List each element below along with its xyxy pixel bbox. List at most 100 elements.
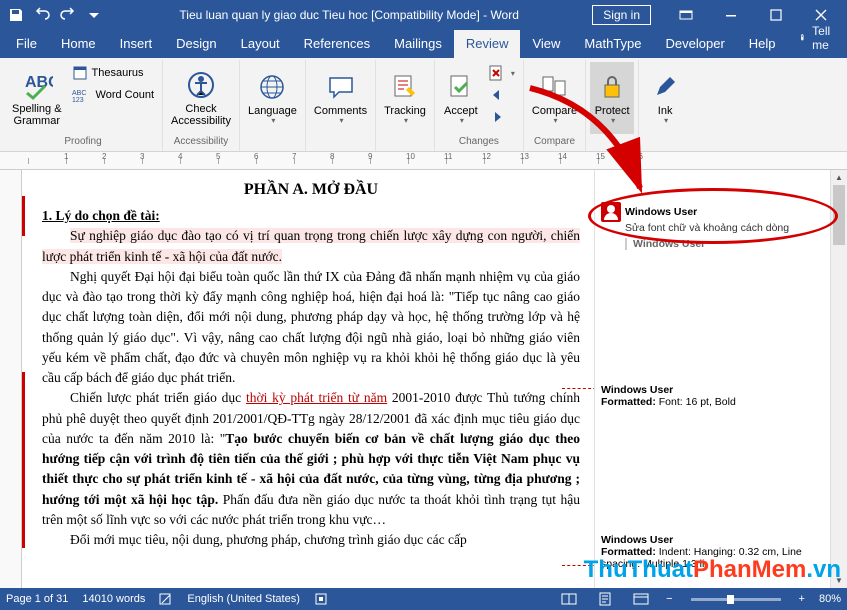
compare-label: Compare — [532, 105, 577, 117]
accessibility-icon — [185, 69, 217, 101]
status-language[interactable]: English (United States) — [187, 593, 300, 605]
group-tracking: Tracking▾ — [376, 60, 435, 151]
previous-change-button[interactable] — [485, 84, 519, 106]
comments-group-label — [310, 136, 371, 149]
tab-insert[interactable]: Insert — [108, 30, 165, 58]
zoom-out-button[interactable]: − — [666, 593, 672, 605]
comment-3-user: Windows User — [601, 534, 841, 546]
tab-review[interactable]: Review — [454, 30, 521, 58]
tab-view[interactable]: View — [520, 30, 572, 58]
accept-button[interactable]: Accept▾ — [439, 62, 483, 134]
status-proofing-icon[interactable] — [159, 592, 173, 606]
undo-icon[interactable] — [30, 3, 54, 27]
tab-file[interactable]: File — [4, 30, 49, 58]
page-heading: PHẦN A. MỞ ĐẦU — [42, 178, 580, 202]
doc-p3: Chiến lược phát triển giáo dục thời kỳ p… — [42, 388, 580, 530]
accept-label: Accept — [444, 105, 478, 117]
svg-text:123: 123 — [72, 97, 84, 103]
accept-icon — [445, 71, 477, 103]
svg-text:ABC: ABC — [72, 90, 86, 97]
comments-button[interactable]: Comments▾ — [310, 62, 371, 134]
tracking-group-label — [380, 136, 430, 149]
spelling-grammar-button[interactable]: ABC Spelling & Grammar — [8, 62, 66, 134]
tab-references[interactable]: References — [292, 30, 382, 58]
status-words[interactable]: 14010 words — [82, 593, 145, 605]
ribbon-display-icon[interactable] — [664, 0, 708, 30]
tab-layout[interactable]: Layout — [229, 30, 292, 58]
group-language: Language▾ — [240, 60, 306, 151]
section-1-title: 1. Lý do chọn đề tài: — [42, 208, 160, 223]
language-button[interactable]: Language▾ — [244, 62, 301, 134]
redo-icon[interactable] — [56, 3, 80, 27]
tab-mathtype[interactable]: MathType — [572, 30, 653, 58]
doc-p2: Nghị quyết Đại hội đại biểu toàn quốc lầ… — [42, 267, 580, 389]
compare-group-label: Compare — [528, 136, 581, 149]
spelling-label: Spelling & Grammar — [12, 103, 62, 127]
sign-in-button[interactable]: Sign in — [592, 5, 651, 25]
group-protect: Protect▾ — [586, 60, 639, 151]
changes-group-label: Changes — [439, 136, 519, 149]
ink-label: Ink — [658, 105, 673, 117]
tab-home[interactable]: Home — [49, 30, 108, 58]
thesaurus-label: Thesaurus — [92, 67, 144, 79]
watermark: ThuThuatPhanMem.vn — [584, 556, 841, 584]
ink-group-label — [643, 136, 687, 149]
compare-icon — [539, 71, 571, 103]
protect-group-label — [590, 136, 634, 149]
save-icon[interactable] — [4, 3, 28, 27]
comment-2-user: Windows User — [601, 384, 841, 396]
compare-button[interactable]: Compare▾ — [528, 62, 581, 134]
ink-icon — [649, 71, 681, 103]
group-ink: Ink▾ — [639, 60, 691, 151]
title-bar: Tieu luan quan ly giao duc Tieu hoc [Com… — [0, 0, 847, 30]
word-count-button[interactable]: ABC123Word Count — [68, 84, 159, 106]
ribbon-tabs: File Home Insert Design Layout Reference… — [0, 30, 847, 58]
horizontal-ruler[interactable]: 12345678910111213141516 — [0, 152, 847, 170]
status-bar: Page 1 of 31 14010 words English (United… — [0, 588, 847, 610]
minimize-icon[interactable] — [709, 0, 753, 30]
print-layout-icon[interactable] — [594, 592, 616, 606]
tab-developer[interactable]: Developer — [654, 30, 737, 58]
vertical-ruler[interactable] — [0, 170, 22, 592]
read-mode-icon[interactable] — [558, 592, 580, 606]
status-page[interactable]: Page 1 of 31 — [6, 593, 68, 605]
vertical-scrollbar[interactable]: ▲ ▼ — [830, 170, 847, 588]
tracking-icon — [389, 71, 421, 103]
tab-design[interactable]: Design — [164, 30, 228, 58]
accessibility-label: Check Accessibility — [171, 103, 231, 127]
zoom-level[interactable]: 80% — [819, 593, 841, 605]
check-accessibility-button[interactable]: Check Accessibility — [167, 62, 235, 134]
comment-2[interactable]: Windows User Formatted: Font: 16 pt, Bol… — [599, 380, 843, 414]
ink-button[interactable]: Ink▾ — [643, 62, 687, 134]
doc-p1-highlighted: Sự nghiệp giáo dục đào tạo có vị trí qua… — [42, 228, 580, 263]
next-change-button[interactable] — [485, 106, 519, 128]
protect-label: Protect — [595, 105, 630, 117]
group-proofing: ABC Spelling & Grammar Thesaurus ABC123W… — [4, 60, 163, 151]
tracking-label: Tracking — [384, 105, 426, 117]
web-layout-icon[interactable] — [630, 592, 652, 606]
zoom-in-button[interactable]: + — [799, 593, 805, 605]
zoom-thumb[interactable] — [727, 595, 734, 604]
svg-text:ABC: ABC — [25, 74, 53, 91]
group-accessibility: Check Accessibility Accessibility — [163, 60, 240, 151]
group-comments: Comments▾ — [306, 60, 376, 151]
thesaurus-button[interactable]: Thesaurus — [68, 62, 159, 84]
protect-button[interactable]: Protect▾ — [590, 62, 634, 134]
tab-mailings[interactable]: Mailings — [382, 30, 454, 58]
zoom-slider[interactable] — [691, 598, 781, 601]
accessibility-group-label: Accessibility — [167, 136, 235, 149]
quick-access-toolbar — [4, 3, 106, 27]
status-macro-icon[interactable] — [314, 592, 328, 606]
annotation-circle — [588, 188, 838, 244]
scroll-up-icon[interactable]: ▲ — [831, 170, 847, 185]
qat-customize-icon[interactable] — [82, 3, 106, 27]
tracking-button[interactable]: Tracking▾ — [380, 62, 430, 134]
reject-button[interactable]: ▾ — [485, 62, 519, 84]
ribbon: ABC Spelling & Grammar Thesaurus ABC123W… — [0, 58, 847, 152]
comments-label: Comments — [314, 105, 367, 117]
language-group-label — [244, 136, 301, 149]
group-compare: Compare▾ Compare — [524, 60, 586, 151]
tab-help[interactable]: Help — [737, 30, 788, 58]
tell-me-search[interactable]: Tell me — [788, 18, 846, 58]
document-page[interactable]: PHẦN A. MỞ ĐẦU 1. Lý do chọn đề tài: Sự … — [22, 170, 594, 592]
